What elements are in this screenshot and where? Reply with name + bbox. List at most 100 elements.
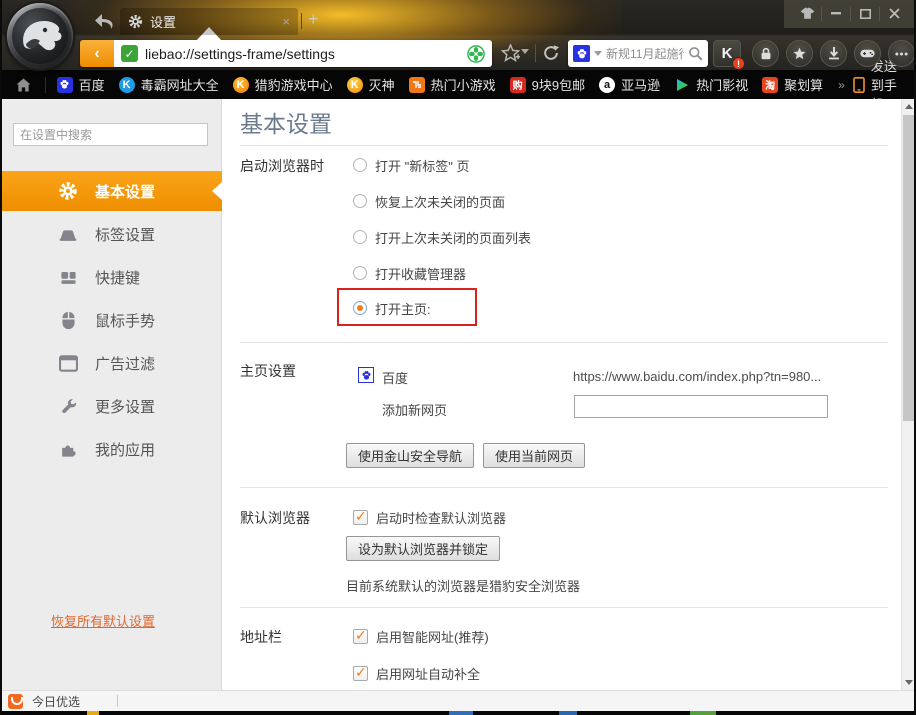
minimize-icon[interactable]: [822, 1, 850, 27]
sidebar-item-mouse-gestures[interactable]: 鼠标手势: [2, 299, 222, 342]
url-autocomplete-option[interactable]: ✓ 启用网址自动补全: [353, 663, 480, 683]
back-button[interactable]: ‹: [80, 40, 114, 67]
sidebar-item-basic-settings[interactable]: 基本设置: [2, 171, 222, 211]
scrollbar-thumb[interactable]: [903, 115, 914, 421]
radio-option-restore-list[interactable]: 打开上次未关闭的页面列表: [353, 227, 531, 247]
mouse-icon: [58, 311, 78, 331]
bookmark-amazon[interactable]: a 亚马逊: [596, 75, 663, 94]
scroll-up-arrow-icon[interactable]: [905, 104, 913, 109]
bookmark-label: 亚马逊: [621, 75, 660, 94]
url-text[interactable]: liebao://settings-frame/settings: [145, 46, 460, 62]
check-glyph: ✓: [355, 627, 367, 644]
phone-icon: [853, 77, 865, 93]
use-kingsoft-nav-button[interactable]: 使用金山安全导航: [346, 443, 474, 468]
radio-icon[interactable]: [353, 194, 367, 208]
sidebar-item-tab-settings[interactable]: 标签设置: [2, 213, 222, 256]
checkbox-checked-icon[interactable]: ✓: [353, 510, 368, 525]
radio-icon[interactable]: [353, 266, 367, 280]
liebao-logo[interactable]: [7, 3, 73, 69]
radio-icon[interactable]: [353, 158, 367, 172]
smart-url-option[interactable]: ✓ 启用智能网址(推荐): [353, 626, 489, 646]
check-default-browser-option[interactable]: ✓ 启动时检查默认浏览器: [353, 507, 506, 527]
main-area: 基本设置 标签设置: [2, 99, 914, 690]
kingsoft-k-button[interactable]: K !: [713, 40, 741, 67]
bookmark-baidu[interactable]: 百度: [54, 75, 108, 94]
settings-search-input[interactable]: [13, 123, 208, 146]
pinwheel-icon[interactable]: [467, 45, 485, 63]
tab-settings[interactable]: 设置 ×: [120, 8, 298, 35]
mieshen-icon: K: [347, 77, 363, 93]
sidebar-item-more-settings[interactable]: 更多设置: [2, 385, 222, 428]
hotkey-icon: [58, 268, 78, 288]
add-new-page-input[interactable]: [574, 395, 828, 418]
star-icon[interactable]: [786, 40, 813, 67]
close-icon[interactable]: [880, 1, 908, 27]
lock-icon[interactable]: [752, 40, 779, 67]
use-current-page-button[interactable]: 使用当前网页: [483, 443, 585, 468]
checkbox-checked-icon[interactable]: ✓: [353, 666, 368, 681]
homepage-site-url: https://www.baidu.com/index.php?tn=980..…: [573, 369, 843, 384]
title-and-address-bars: 设置 × +: [2, 0, 914, 70]
daily-picks-label[interactable]: 今日优选: [32, 693, 80, 710]
star-dropdown-caret-icon[interactable]: [521, 49, 529, 54]
shopping-bag-icon[interactable]: [8, 694, 23, 709]
puzzle-icon: [58, 440, 78, 460]
url-field[interactable]: ✓ liebao://settings-frame/settings: [114, 40, 492, 67]
bookmark-mieshen[interactable]: K 灭神: [344, 75, 398, 94]
sidebar-item-label: 鼠标手势: [95, 310, 155, 331]
download-icon[interactable]: [820, 40, 847, 67]
scroll-down-arrow-icon[interactable]: [905, 680, 913, 685]
default-browser-note: 目前系统默认的浏览器是猎豹安全浏览器: [346, 576, 580, 595]
radio-option-restore-pages[interactable]: 恢复上次未关闭的页面: [353, 191, 505, 211]
liebao-game-icon: K: [233, 77, 249, 93]
new-tab-button[interactable]: +: [308, 9, 319, 30]
gear-icon: [58, 181, 78, 201]
baidu-paw-icon[interactable]: [573, 45, 590, 62]
search-input[interactable]: 新规11月起施行: [606, 45, 684, 62]
undo-arrow-icon[interactable]: [94, 11, 116, 31]
bookmark-juhuasuan[interactable]: 淘 聚划算: [759, 75, 826, 94]
home-icon[interactable]: [10, 78, 37, 92]
bookmarks-overflow-chevron[interactable]: »: [838, 78, 845, 92]
bookmark-label: 9块9包邮: [532, 75, 585, 94]
set-default-browser-button[interactable]: 设为默认浏览器并锁定: [346, 536, 500, 561]
refresh-icon[interactable]: [542, 44, 560, 62]
bookmark-hot-video[interactable]: 热门影视: [671, 75, 751, 94]
radio-checked-icon[interactable]: [353, 301, 367, 315]
sidebar-item-my-apps[interactable]: 我的应用: [2, 428, 222, 471]
radio-icon[interactable]: [353, 230, 367, 244]
checkbox-label: 启用网址自动补全: [376, 664, 480, 683]
tab-close-icon[interactable]: ×: [282, 15, 290, 28]
restore-defaults-link[interactable]: 恢复所有默认设置: [51, 611, 155, 630]
star-add-icon[interactable]: [501, 44, 520, 62]
toolbar-buttons: [752, 40, 915, 67]
maximize-icon[interactable]: [851, 1, 879, 27]
radio-option-open-homepage[interactable]: 打开主页:: [353, 298, 431, 318]
vertical-scrollbar[interactable]: [901, 99, 914, 690]
bookmark-label: 毒霸网址大全: [141, 75, 219, 94]
sidebar-item-hotkeys[interactable]: 快捷键: [2, 256, 222, 299]
address-bar-row: ‹ ✓ liebao://settings-frame/settings: [2, 35, 914, 70]
sidebar-item-label: 广告过滤: [95, 353, 155, 374]
search-box[interactable]: 新规11月起施行: [568, 40, 708, 67]
section-divider: [240, 607, 888, 608]
radio-label: 打开上次未关闭的页面列表: [375, 228, 531, 247]
bookmark-duba[interactable]: K 毒霸网址大全: [116, 75, 222, 94]
bookmark-minigame[interactable]: 热门小游戏: [406, 75, 499, 94]
statusbar-divider: [117, 695, 118, 707]
search-engine-caret-icon[interactable]: [594, 51, 602, 56]
radio-option-bookmark-manager[interactable]: 打开收藏管理器: [353, 263, 466, 283]
bookmark-9kuai9[interactable]: 购 9块9包邮: [507, 75, 588, 94]
taskbar-pixel-segment: [690, 711, 716, 715]
skin-icon[interactable]: [793, 1, 821, 27]
gamepad-icon[interactable]: [854, 40, 881, 67]
window-controls: [793, 0, 908, 27]
checkbox-checked-icon[interactable]: ✓: [353, 629, 368, 644]
magnifier-icon[interactable]: [688, 46, 703, 61]
amazon-icon: a: [599, 77, 615, 93]
more-icon[interactable]: [888, 40, 915, 67]
radio-label: 打开主页:: [375, 299, 431, 318]
radio-option-new-tab[interactable]: 打开 "新标签" 页: [353, 155, 469, 175]
bookmark-liebao-game[interactable]: K 猎豹游戏中心: [230, 75, 336, 94]
sidebar-item-ad-filter[interactable]: 广告过滤: [2, 342, 222, 385]
